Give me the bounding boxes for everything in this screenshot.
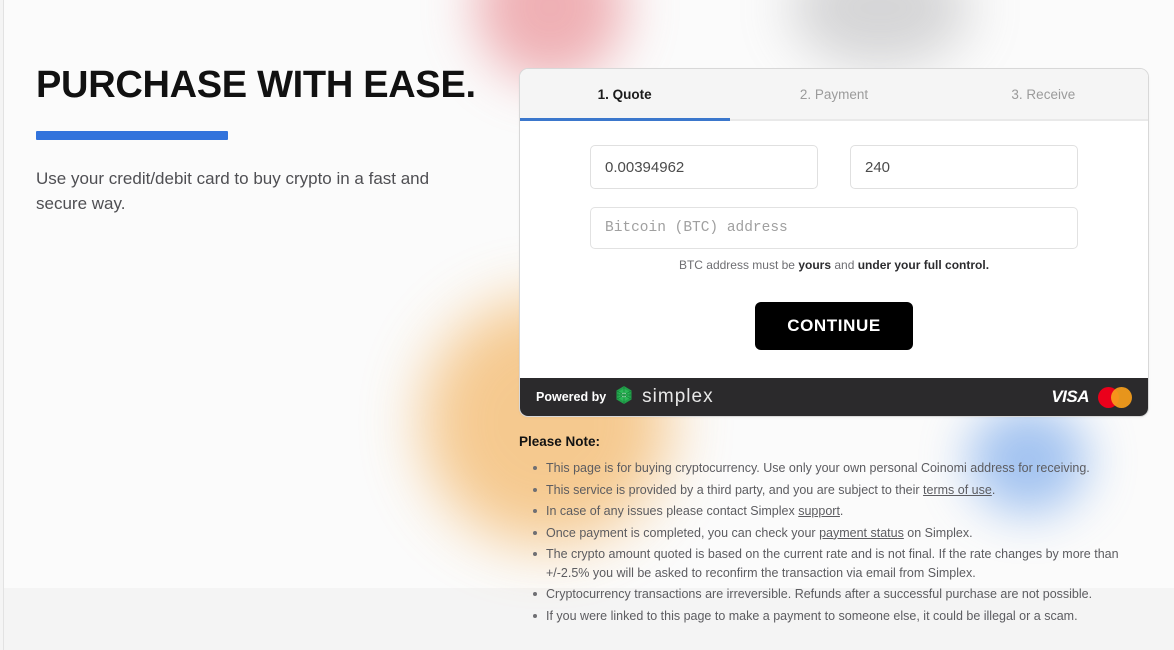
note-link-terms-of-use[interactable]: terms of use: [923, 483, 992, 497]
note-item: If you were linked to this page to make …: [519, 607, 1119, 626]
please-note-section: Please Note: This page is for buying cry…: [519, 434, 1119, 628]
note-link-support[interactable]: support: [798, 504, 840, 518]
crypto-amount-group: BTC: [590, 145, 818, 189]
tab-payment[interactable]: 2. Payment: [729, 69, 938, 119]
note-item: Once payment is completed, you can check…: [519, 524, 1119, 543]
crypto-address-input[interactable]: [590, 207, 1078, 249]
note-link-payment-status[interactable]: payment status: [819, 526, 904, 540]
active-tab-indicator: [520, 118, 730, 121]
visa-icon: VISA: [1051, 387, 1089, 406]
note-item: Cryptocurrency transactions are irrevers…: [519, 585, 1119, 604]
page-root: PURCHASE WITH EASE. Use your credit/debi…: [0, 0, 1174, 650]
fiat-amount-group: GBP: [850, 145, 1078, 189]
window-left-edge: [3, 0, 4, 650]
mastercard-icon: [1098, 386, 1132, 408]
hero-accent-rule: [36, 131, 228, 140]
crypto-amount-input[interactable]: [591, 146, 817, 188]
tab-receive[interactable]: 3. Receive: [939, 69, 1148, 119]
powered-by-group: Powered by simplex: [536, 385, 714, 410]
please-note-list: This page is for buying cryptocurrency. …: [519, 459, 1119, 625]
hero-subtitle: Use your credit/debit card to buy crypto…: [36, 169, 430, 213]
address-row: BTC address must be yours and under your…: [590, 207, 1078, 272]
simplex-polygon-icon: [614, 385, 634, 410]
address-note-bold-yours: yours: [798, 258, 832, 272]
purchase-widget: 1. Quote 2. Payment 3. Receive BTC GBP: [519, 68, 1149, 417]
widget-footer: Powered by simplex VISA: [520, 378, 1148, 416]
page-title: PURCHASE WITH EASE.: [36, 64, 476, 106]
address-note-middle: and: [831, 258, 858, 272]
address-helper-text: BTC address must be yours and under your…: [590, 258, 1078, 272]
accepted-cards-group: VISA: [1051, 386, 1132, 408]
hero-section: PURCHASE WITH EASE. Use your credit/debi…: [36, 64, 476, 216]
please-note-title: Please Note:: [519, 434, 601, 449]
tab-quote[interactable]: 1. Quote: [520, 69, 729, 119]
note-item: This page is for buying cryptocurrency. …: [519, 459, 1119, 478]
amount-row: BTC GBP: [590, 145, 1078, 189]
continue-button[interactable]: CONTINUE: [755, 302, 913, 350]
address-note-prefix: BTC address must be: [678, 258, 799, 272]
note-item: This service is provided by a third part…: [519, 481, 1119, 500]
simplex-wordmark: simplex: [642, 386, 714, 407]
address-note-bold-control: under your full control.: [857, 258, 990, 272]
continue-row: CONTINUE: [590, 302, 1078, 350]
note-item: The crypto amount quoted is based on the…: [519, 545, 1119, 582]
powered-by-label: Powered by: [536, 390, 607, 404]
fiat-amount-input[interactable]: [851, 146, 1077, 188]
widget-body: BTC GBP BTC address must be yours and un…: [520, 121, 1148, 378]
widget-tabs: 1. Quote 2. Payment 3. Receive: [520, 69, 1148, 121]
note-item: In case of any issues please contact Sim…: [519, 502, 1119, 521]
